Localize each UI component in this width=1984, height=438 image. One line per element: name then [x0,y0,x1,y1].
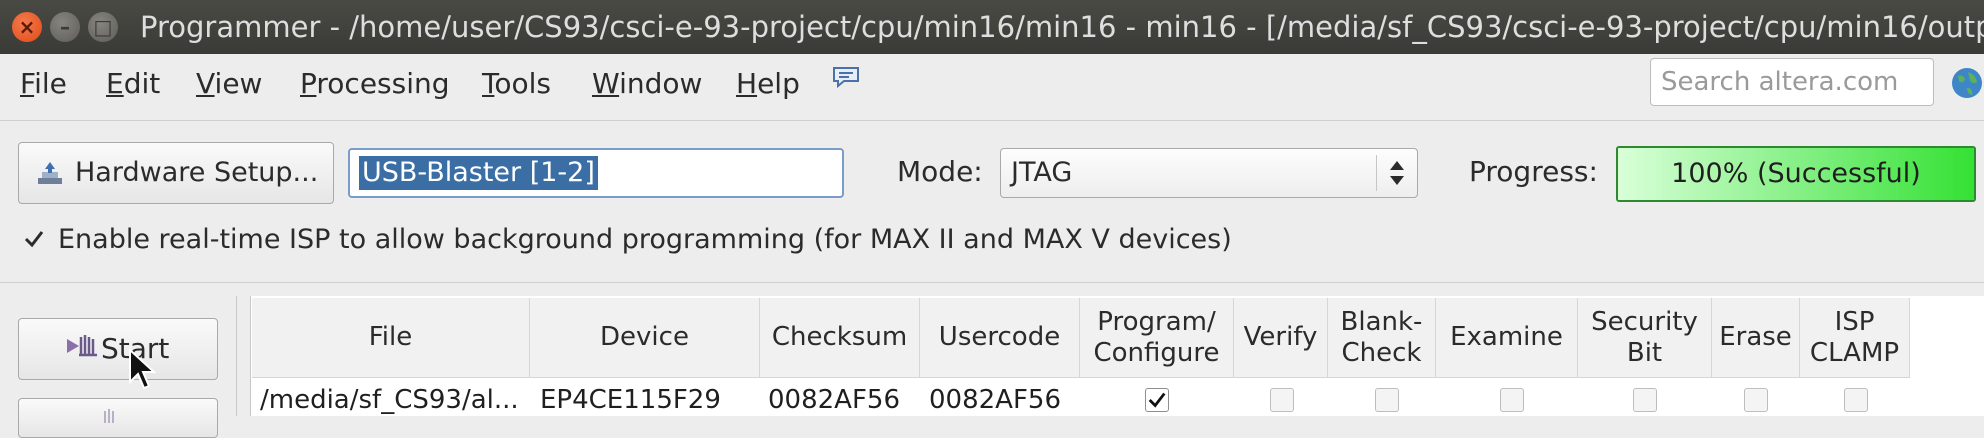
hardware-value: USB-Blaster [1-2] [359,156,598,190]
menu-file[interactable]: File [20,64,67,104]
hardware-setup-button[interactable]: Hardware Setup... [18,142,334,204]
menu-edit[interactable]: Edit [106,64,160,104]
feedback-icon[interactable] [832,66,860,88]
verify-checkbox[interactable] [1270,388,1294,412]
column-header-security-bit[interactable]: Security Bit [1578,298,1712,378]
start-button[interactable]: Start [18,318,218,380]
stop-icon [104,409,114,423]
menu-window[interactable]: Window [592,64,702,104]
progress-label: Progress: [1469,155,1598,188]
column-header-isp-clamp[interactable]: ISP CLAMP [1800,298,1910,378]
mouse-cursor-icon [129,348,157,390]
column-header-checksum[interactable]: Checksum [760,298,920,378]
isp-label: Enable real-time ISP to allow background… [58,224,1232,255]
close-icon[interactable]: × [12,12,42,42]
menu-tools[interactable]: Tools [482,64,551,104]
menu-view[interactable]: View [196,64,262,104]
progress-text: 100% (Successful) [1671,158,1921,189]
globe-icon[interactable] [1950,66,1984,100]
column-header-erase[interactable]: Erase [1712,298,1800,378]
stop-button[interactable] [18,398,218,438]
progress-bar: 100% (Successful) [1616,146,1976,202]
mode-label: Mode: [897,155,983,188]
start-icon [67,335,97,357]
security-bit-checkbox[interactable] [1633,388,1657,412]
hardware-field[interactable]: USB-Blaster [1-2] [348,148,844,198]
cell-device[interactable]: EP4CE115F29 [540,382,721,418]
maximize-icon[interactable]: □ [88,12,118,42]
isp-clamp-checkbox[interactable] [1844,388,1868,412]
cell-checksum[interactable]: 0082AF56 [768,382,900,418]
column-header-program-configure[interactable]: Program/ Configure [1080,298,1234,378]
column-header-verify[interactable]: Verify [1234,298,1328,378]
updown-arrows-icon [1390,161,1404,185]
menu-help[interactable]: Help [736,64,800,104]
column-header-blank-check[interactable]: Blank- Check [1328,298,1436,378]
isp-checkbox[interactable] [22,227,46,251]
hardware-setup-icon [38,162,62,184]
column-header-file[interactable]: File [252,298,530,378]
column-header-device[interactable]: Device [530,298,760,378]
menu-divider [0,120,1984,121]
checkmark-icon [1148,392,1166,408]
cell-usercode[interactable]: 0082AF56 [929,382,1061,418]
hardware-setup-label: Hardware Setup... [75,157,319,188]
mode-select[interactable]: JTAG [1000,148,1418,198]
minimize-icon[interactable]: – [50,12,80,42]
toolbar-divider [0,282,1984,283]
mode-value: JTAG [1011,157,1073,188]
erase-checkbox[interactable] [1744,388,1768,412]
program-configure-checkbox[interactable] [1145,388,1169,412]
search-input[interactable] [1650,58,1934,106]
column-header-usercode[interactable]: Usercode [920,298,1080,378]
title-bar: × – □ Programmer - /home/user/CS93/csci-… [0,0,1984,54]
window-title: Programmer - /home/user/CS93/csci-e-93-p… [140,10,1984,44]
mode-select-divider [1376,155,1377,191]
blank-check-checkbox[interactable] [1375,388,1399,412]
examine-checkbox[interactable] [1500,388,1524,412]
menu-processing[interactable]: Processing [300,64,450,104]
cell-file[interactable]: /media/sf_CS93/al... [260,382,519,418]
column-header-examine[interactable]: Examine [1436,298,1578,378]
